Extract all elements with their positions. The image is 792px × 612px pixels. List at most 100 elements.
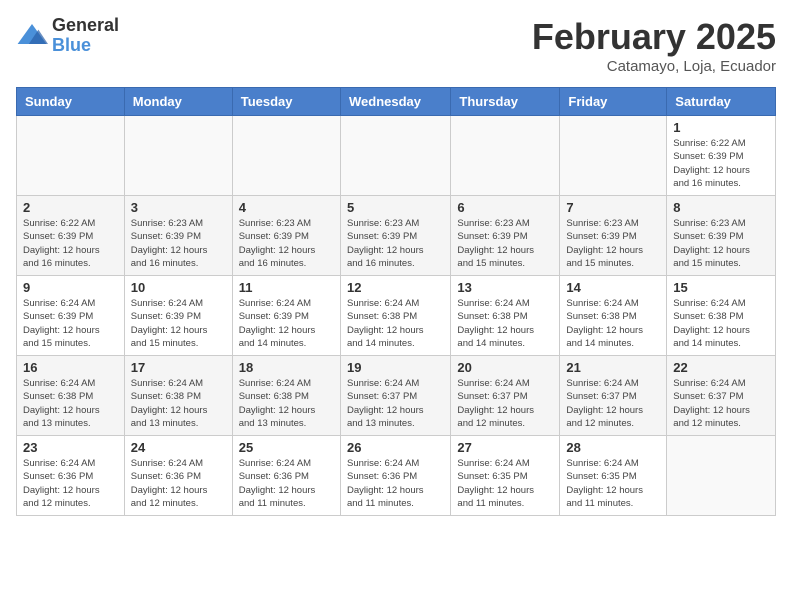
calendar-table: SundayMondayTuesdayWednesdayThursdayFrid… [16,87,776,516]
day-number: 8 [673,200,769,215]
weekday-header-thursday: Thursday [451,88,560,116]
calendar-cell: 22Sunrise: 6:24 AMSunset: 6:37 PMDayligh… [667,356,776,436]
logo-blue-text: Blue [52,36,119,56]
day-number: 26 [347,440,444,455]
day-info: Sunrise: 6:24 AMSunset: 6:36 PMDaylight:… [239,457,334,510]
day-info: Sunrise: 6:23 AMSunset: 6:39 PMDaylight:… [131,217,226,270]
logo-general-text: General [52,16,119,36]
day-number: 24 [131,440,226,455]
day-info: Sunrise: 6:24 AMSunset: 6:35 PMDaylight:… [566,457,660,510]
calendar-cell: 9 Sunrise: 6:24 AMSunset: 6:39 PMDaylight… [17,276,125,356]
day-number: 23 [23,440,118,455]
weekday-header-tuesday: Tuesday [232,88,340,116]
day-number: 10 [131,280,226,295]
logo: General Blue [16,16,119,56]
calendar-cell: 10 Sunrise: 6:24 AMSunset: 6:39 PMDayligh… [124,276,232,356]
calendar-cell: 4 Sunrise: 6:23 AMSunset: 6:39 PMDaylight… [232,196,340,276]
day-info: Sunrise: 6:23 AMSunset: 6:39 PMDaylight:… [347,217,444,270]
calendar-cell [667,436,776,516]
calendar-cell: 26 Sunrise: 6:24 AMSunset: 6:36 PMDayligh… [340,436,450,516]
page-header: General Blue February 2025 Catamayo, Loj… [16,16,776,75]
day-number: 16 [23,360,118,375]
day-number: 13 [457,280,553,295]
day-number: 4 [239,200,334,215]
calendar-cell: 5 Sunrise: 6:23 AMSunset: 6:39 PMDaylight… [340,196,450,276]
location-subtitle: Catamayo, Loja, Ecuador [532,58,776,75]
calendar-cell [451,116,560,196]
calendar-cell: 2 Sunrise: 6:22 AMSunset: 6:39 PMDaylight… [17,196,125,276]
day-number: 11 [239,280,334,295]
weekday-header-friday: Friday [560,88,667,116]
calendar-cell: 14 Sunrise: 6:24 AMSunset: 6:38 PMDayligh… [560,276,667,356]
day-number: 6 [457,200,553,215]
day-number: 22 [673,360,769,375]
calendar-cell: 17 Sunrise: 6:24 AMSunset: 6:38 PMDayligh… [124,356,232,436]
calendar-cell [340,116,450,196]
weekday-header-monday: Monday [124,88,232,116]
day-number: 14 [566,280,660,295]
day-number: 28 [566,440,660,455]
day-info: Sunrise: 6:24 AMSunset: 6:39 PMDaylight:… [239,297,334,350]
day-number: 25 [239,440,334,455]
calendar-cell: 28 Sunrise: 6:24 AMSunset: 6:35 PMDayligh… [560,436,667,516]
day-info: Sunrise: 6:23 AMSunset: 6:39 PMDaylight:… [673,217,769,270]
day-info: Sunrise: 6:23 AMSunset: 6:39 PMDaylight:… [566,217,660,270]
day-info: Sunrise: 6:23 AMSunset: 6:39 PMDaylight:… [239,217,334,270]
calendar-cell [560,116,667,196]
day-number: 1 [673,120,769,135]
calendar-cell: 16 Sunrise: 6:24 AMSunset: 6:38 PMDayligh… [17,356,125,436]
day-number: 12 [347,280,444,295]
weekday-header-sunday: Sunday [17,88,125,116]
calendar-cell: 3 Sunrise: 6:23 AMSunset: 6:39 PMDaylight… [124,196,232,276]
calendar-cell: 6 Sunrise: 6:23 AMSunset: 6:39 PMDaylight… [451,196,560,276]
calendar-week-row: 9 Sunrise: 6:24 AMSunset: 6:39 PMDaylight… [17,276,776,356]
day-number: 15 [673,280,769,295]
day-info: Sunrise: 6:24 AMSunset: 6:38 PMDaylight:… [23,377,118,430]
day-number: 27 [457,440,553,455]
calendar-cell: 25 Sunrise: 6:24 AMSunset: 6:36 PMDayligh… [232,436,340,516]
day-info: Sunrise: 6:24 AMSunset: 6:38 PMDaylight:… [457,297,553,350]
day-number: 20 [457,360,553,375]
calendar-cell: 20 Sunrise: 6:24 AMSunset: 6:37 PMDayligh… [451,356,560,436]
calendar-cell [232,116,340,196]
calendar-cell: 15 Sunrise: 6:24 AMSunset: 6:38 PMDayligh… [667,276,776,356]
day-number: 21 [566,360,660,375]
day-number: 5 [347,200,444,215]
day-info: Sunrise: 6:24 AMSunset: 6:39 PMDaylight:… [23,297,118,350]
calendar-cell: 23 Sunrise: 6:24 AMSunset: 6:36 PMDayligh… [17,436,125,516]
weekday-header-saturday: Saturday [667,88,776,116]
day-info: Sunrise: 6:24 AMSunset: 6:39 PMDaylight:… [131,297,226,350]
day-info: Sunrise: 6:24 AMSunset: 6:38 PMDaylight:… [566,297,660,350]
calendar-cell: 12Sunrise: 6:24 AMSunset: 6:38 PMDayligh… [340,276,450,356]
calendar-header-row: SundayMondayTuesdayWednesdayThursdayFrid… [17,88,776,116]
logo-icon [16,20,48,52]
title-block: February 2025 Catamayo, Loja, Ecuador [532,16,776,75]
calendar-cell: 7 Sunrise: 6:23 AMSunset: 6:39 PMDaylight… [560,196,667,276]
day-number: 17 [131,360,226,375]
day-number: 7 [566,200,660,215]
calendar-cell: 11 Sunrise: 6:24 AMSunset: 6:39 PMDayligh… [232,276,340,356]
day-info: Sunrise: 6:24 AMSunset: 6:38 PMDaylight:… [239,377,334,430]
day-info: Sunrise: 6:22 AMSunset: 6:39 PMDaylight:… [673,137,769,190]
day-info: Sunrise: 6:22 AMSunset: 6:39 PMDaylight:… [23,217,118,270]
calendar-cell: 8 Sunrise: 6:23 AMSunset: 6:39 PMDaylight… [667,196,776,276]
day-info: Sunrise: 6:24 AMSunset: 6:36 PMDaylight:… [23,457,118,510]
weekday-header-wednesday: Wednesday [340,88,450,116]
day-number: 3 [131,200,226,215]
calendar-week-row: 2 Sunrise: 6:22 AMSunset: 6:39 PMDaylight… [17,196,776,276]
month-title: February 2025 [532,16,776,58]
calendar-cell [17,116,125,196]
calendar-cell: 1 Sunrise: 6:22 AMSunset: 6:39 PMDaylight… [667,116,776,196]
day-info: Sunrise: 6:23 AMSunset: 6:39 PMDaylight:… [457,217,553,270]
day-info: Sunrise: 6:24 AMSunset: 6:38 PMDaylight:… [673,297,769,350]
day-number: 9 [23,280,118,295]
day-number: 2 [23,200,118,215]
calendar-cell: 21Sunrise: 6:24 AMSunset: 6:37 PMDayligh… [560,356,667,436]
calendar-cell: 19Sunrise: 6:24 AMSunset: 6:37 PMDayligh… [340,356,450,436]
day-info: Sunrise: 6:24 AMSunset: 6:38 PMDaylight:… [131,377,226,430]
day-info: Sunrise: 6:24 AMSunset: 6:36 PMDaylight:… [347,457,444,510]
calendar-cell: 24Sunrise: 6:24 AMSunset: 6:36 PMDayligh… [124,436,232,516]
calendar-week-row: 16 Sunrise: 6:24 AMSunset: 6:38 PMDayligh… [17,356,776,436]
day-info: Sunrise: 6:24 AMSunset: 6:37 PMDaylight:… [457,377,553,430]
calendar-cell: 18Sunrise: 6:24 AMSunset: 6:38 PMDayligh… [232,356,340,436]
